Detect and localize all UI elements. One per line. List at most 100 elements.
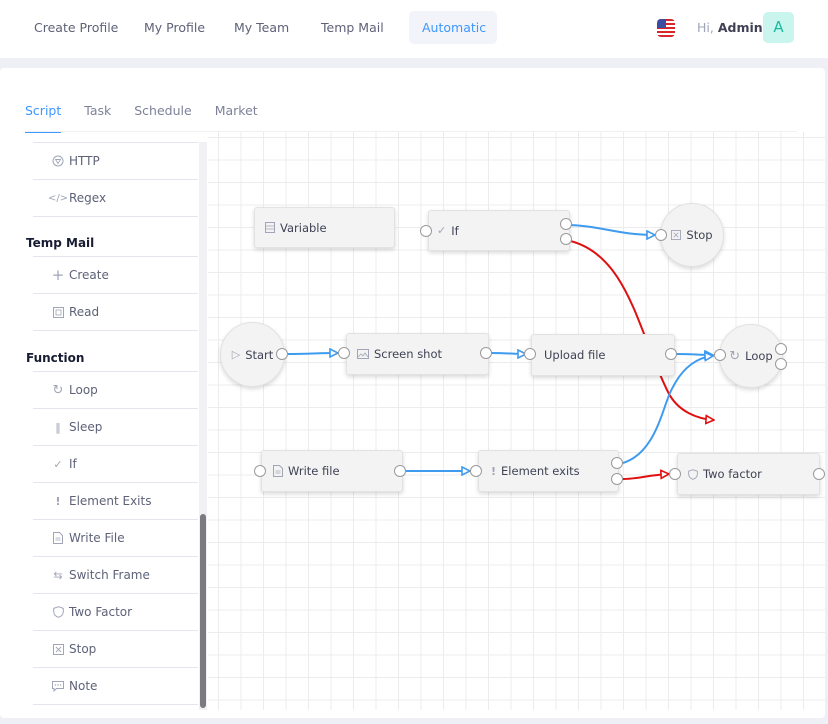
node-stop[interactable]: Stop bbox=[660, 203, 724, 267]
flow-canvas[interactable]: Variable ✓ If Stop ▷ Start Screen shot U… bbox=[208, 132, 825, 710]
nav-automatic[interactable]: Automatic bbox=[409, 11, 497, 44]
loop-next-port[interactable] bbox=[775, 358, 787, 370]
switch-icon: ⇆ bbox=[53, 568, 63, 582]
start-output-port[interactable] bbox=[276, 348, 288, 360]
node-label: Upload file bbox=[544, 348, 606, 362]
palette-item-label: Regex bbox=[69, 191, 107, 205]
nav-my-profile[interactable]: My Profile bbox=[130, 11, 219, 44]
node-label: Loop bbox=[745, 349, 773, 363]
loop-input-port[interactable] bbox=[714, 349, 726, 361]
node-write-file[interactable]: Write file bbox=[261, 450, 403, 492]
writefile-input-port[interactable] bbox=[254, 465, 266, 477]
node-label: Element exits bbox=[501, 464, 580, 478]
edge-if-to-stop[interactable] bbox=[565, 224, 655, 235]
node-label: Start bbox=[245, 347, 274, 362]
palette-item-write-file[interactable]: Write File bbox=[33, 520, 198, 557]
tab-task[interactable]: Task bbox=[84, 103, 111, 132]
tab-script[interactable]: Script bbox=[25, 103, 62, 133]
palette-item-label: Switch Frame bbox=[69, 568, 150, 582]
palette-item-regex[interactable]: </> Regex bbox=[33, 180, 198, 217]
palette-item-stop[interactable]: Stop bbox=[33, 631, 198, 668]
node-variable[interactable]: Variable bbox=[254, 207, 395, 248]
note-icon bbox=[51, 679, 65, 693]
nav-temp-mail[interactable]: Temp Mail bbox=[307, 11, 406, 44]
node-if[interactable]: ✓ If bbox=[428, 210, 570, 251]
play-icon: ▷ bbox=[231, 348, 241, 361]
node-label: If bbox=[451, 223, 459, 238]
node-label: Two factor bbox=[703, 467, 762, 481]
globe-icon bbox=[51, 154, 65, 168]
palette-item-read[interactable]: Read bbox=[33, 294, 198, 331]
palette-item-two-factor[interactable]: Two Factor bbox=[33, 594, 198, 631]
palette-item-label: Create bbox=[69, 268, 109, 282]
twofactor-input-port[interactable] bbox=[669, 468, 681, 480]
upload-input-port[interactable] bbox=[524, 348, 536, 360]
pause-icon: ‖ bbox=[55, 420, 61, 434]
palette-item-loop[interactable]: ↻ Loop bbox=[33, 371, 198, 409]
elementexits-input-port[interactable] bbox=[470, 465, 482, 477]
palette-item-element-exits[interactable]: ! Element Exits bbox=[33, 483, 198, 520]
palette-item-if[interactable]: ✓ If bbox=[33, 446, 198, 483]
stop-icon bbox=[671, 230, 682, 240]
node-label: Screen shot bbox=[374, 347, 443, 361]
palette-item-sleep[interactable]: ‖ Sleep bbox=[33, 409, 198, 446]
palette-item-create[interactable]: + Create bbox=[33, 256, 198, 294]
palette-item-label: Note bbox=[69, 679, 98, 693]
writefile-output-port[interactable] bbox=[394, 465, 406, 477]
avatar[interactable]: A bbox=[763, 12, 794, 43]
check-icon: ✓ bbox=[53, 457, 63, 471]
palette-item-http[interactable]: HTTP bbox=[33, 143, 198, 180]
palette-item-label: Stop bbox=[69, 642, 97, 656]
tab-market[interactable]: Market bbox=[215, 103, 258, 132]
elementexits-true-port[interactable] bbox=[611, 457, 623, 469]
edge-if-to-loop[interactable] bbox=[565, 239, 714, 420]
palette-item-label: Read bbox=[69, 305, 100, 319]
palette-item-label: HTTP bbox=[69, 154, 100, 168]
node-two-factor[interactable]: Two factor bbox=[677, 453, 820, 495]
image-icon bbox=[357, 349, 369, 359]
nav-my-team[interactable]: My Team bbox=[220, 11, 306, 44]
palette-item-label: Element Exits bbox=[69, 494, 152, 508]
stop-input-port[interactable] bbox=[655, 229, 667, 241]
node-label: Stop bbox=[686, 228, 713, 242]
top-nav: Create Profile My Profile My Team Temp M… bbox=[20, 11, 498, 44]
script-tabs: Script Task Schedule Market bbox=[25, 103, 281, 133]
palette-item-switch-frame[interactable]: ⇆ Switch Frame bbox=[33, 557, 198, 594]
screenshot-input-port[interactable] bbox=[338, 347, 350, 359]
edge-upload-to-loop[interactable] bbox=[675, 354, 713, 355]
edge-start-to-screenshot[interactable] bbox=[287, 353, 338, 354]
check-icon: ✓ bbox=[437, 224, 447, 237]
palette-item-label: Sleep bbox=[69, 420, 103, 434]
palette-item-note[interactable]: Note bbox=[33, 668, 198, 705]
user-greeting: Hi, Admin bbox=[697, 20, 763, 35]
code-icon: </> bbox=[47, 192, 69, 204]
palette-scrollbar-thumb[interactable] bbox=[200, 514, 206, 708]
plus-icon: + bbox=[51, 266, 65, 284]
exclamation-icon: ! bbox=[55, 494, 61, 508]
loop-body-port[interactable] bbox=[775, 343, 787, 355]
if-input-port[interactable] bbox=[420, 225, 432, 237]
tab-schedule[interactable]: Schedule bbox=[134, 103, 191, 132]
screenshot-output-port[interactable] bbox=[480, 347, 492, 359]
stop-icon bbox=[51, 642, 65, 656]
edge-elementexits-to-twofactor[interactable] bbox=[622, 474, 669, 480]
shield-icon bbox=[51, 605, 65, 619]
if-true-port[interactable] bbox=[560, 218, 572, 230]
flag-canton bbox=[657, 19, 666, 28]
twofactor-output-port[interactable] bbox=[813, 468, 825, 480]
us-flag-icon[interactable] bbox=[657, 19, 675, 37]
upload-output-port[interactable] bbox=[665, 348, 677, 360]
file-icon bbox=[273, 465, 283, 477]
node-upload-file[interactable]: Upload file bbox=[531, 334, 675, 376]
node-loop[interactable]: ↻ Loop bbox=[719, 324, 783, 388]
elementexits-false-port[interactable] bbox=[611, 473, 623, 485]
group-title-temp-mail: Temp Mail bbox=[26, 236, 95, 250]
mail-read-icon bbox=[51, 305, 65, 319]
file-icon bbox=[51, 531, 65, 545]
if-false-port[interactable] bbox=[560, 233, 572, 245]
node-element-exits[interactable]: ! Element exits bbox=[478, 450, 619, 492]
nav-create-profile[interactable]: Create Profile bbox=[20, 11, 129, 44]
node-label: Variable bbox=[280, 220, 327, 235]
node-screenshot[interactable]: Screen shot bbox=[346, 333, 489, 375]
edge-screenshot-to-upload[interactable] bbox=[490, 353, 526, 354]
